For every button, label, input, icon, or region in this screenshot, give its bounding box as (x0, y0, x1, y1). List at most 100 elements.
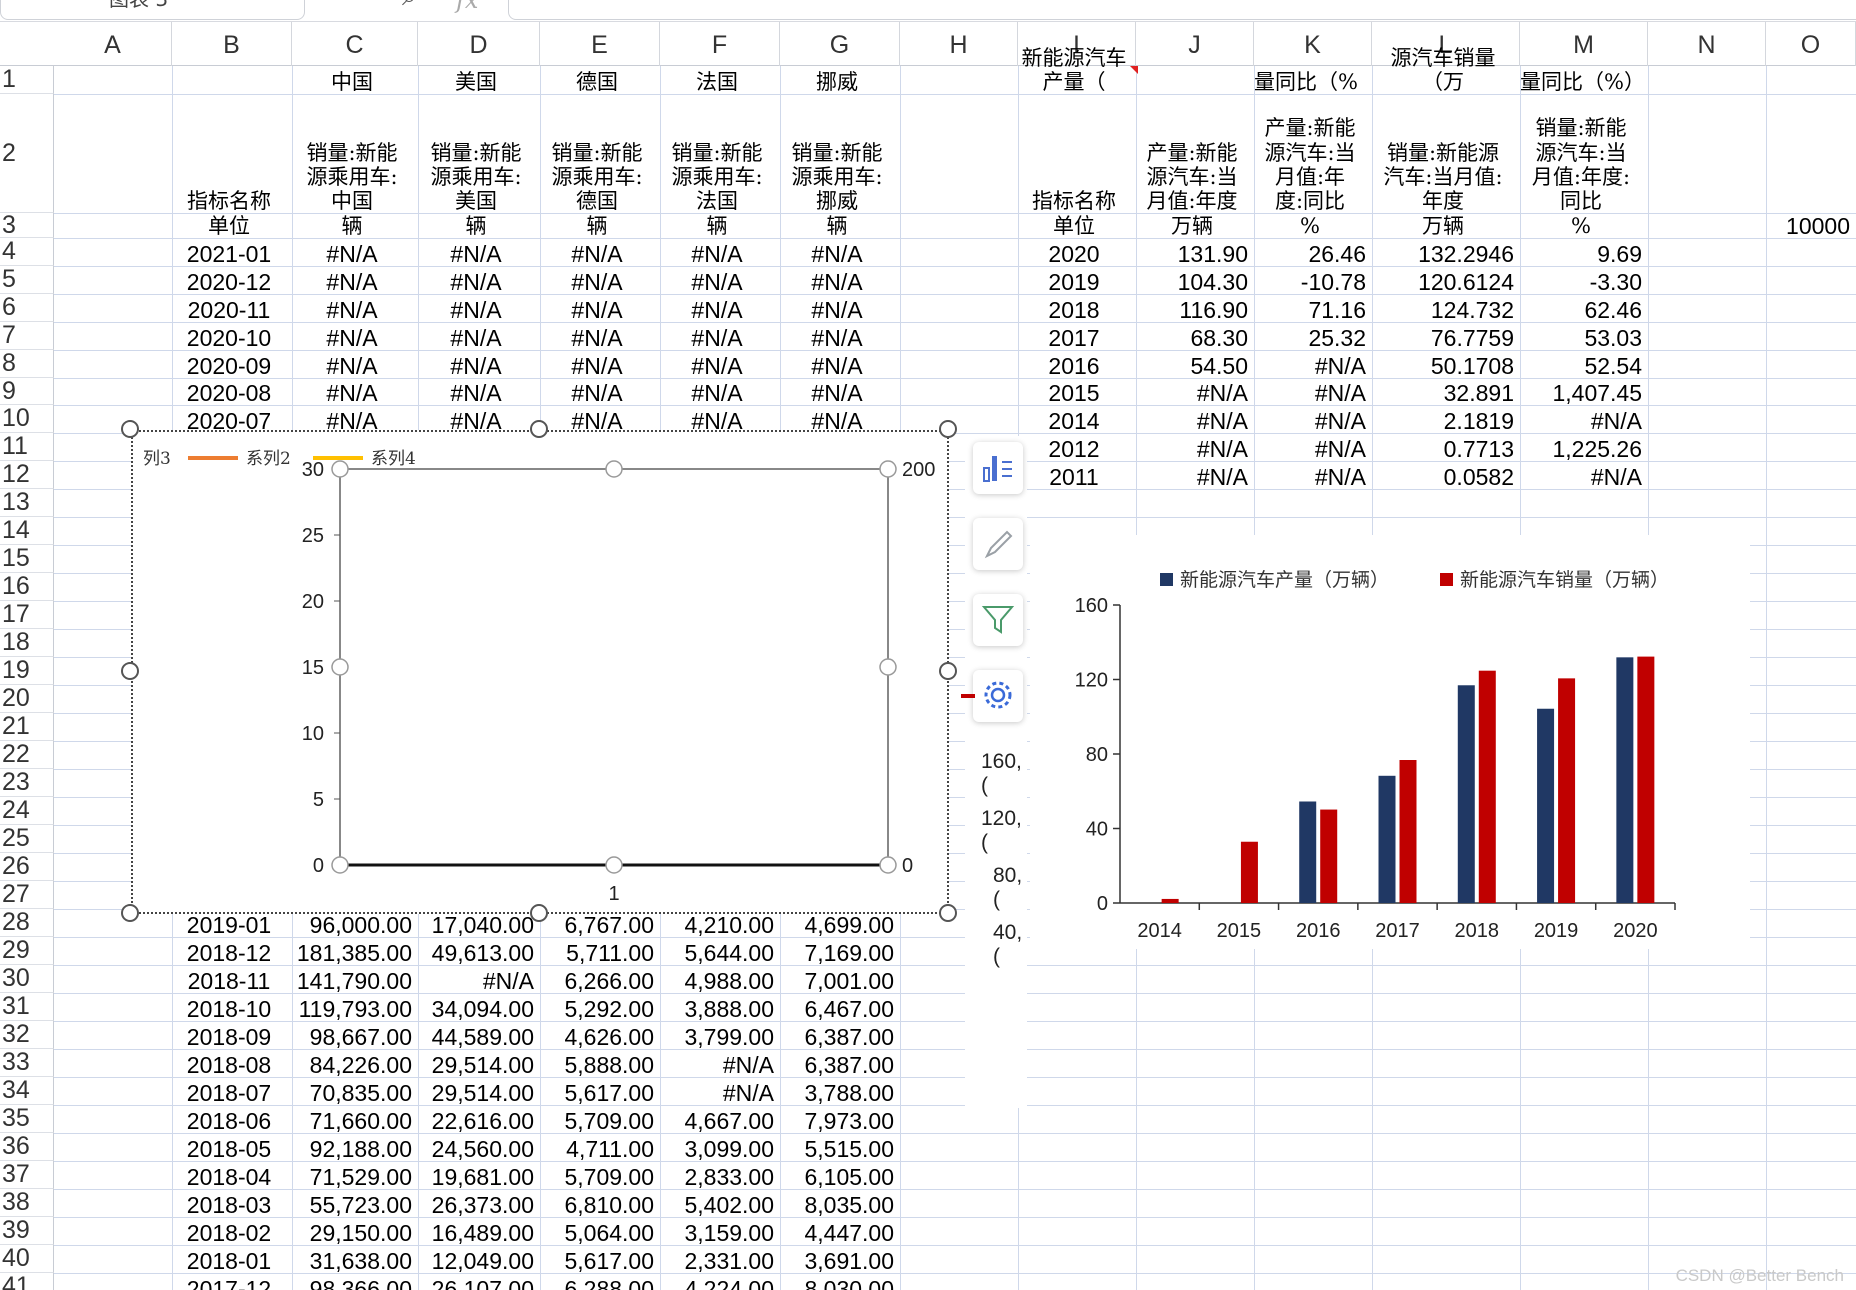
value-cell: 54.50 (1190, 353, 1248, 379)
chart-3-selected[interactable]: 列3 系列2 系列4 30 25 20 15 10 5 0 200 0 1 (131, 430, 949, 914)
row-header-3[interactable]: 3 (0, 211, 54, 239)
row-header-24[interactable]: 24 (0, 796, 54, 825)
row-header-41[interactable]: 41 (0, 1272, 54, 1290)
value-cell: 5,644.00 (684, 940, 774, 966)
value-cell: #N/A (571, 353, 623, 379)
header-unit: 单位 (1053, 213, 1095, 238)
column-header-a[interactable]: A (54, 22, 172, 66)
row-header-11[interactable]: 11 (0, 432, 54, 461)
column-header-n[interactable]: N (1648, 22, 1766, 66)
row-header-26[interactable]: 26 (0, 852, 54, 881)
column-header-d[interactable]: D (418, 22, 540, 66)
chart-filter-button[interactable] (973, 594, 1023, 646)
column-header-h[interactable]: H (900, 22, 1018, 66)
row-header-13[interactable]: 13 (0, 488, 54, 517)
row-header-25[interactable]: 25 (0, 824, 54, 853)
value-cell: 3,159.00 (684, 1220, 774, 1246)
row-header-9[interactable]: 9 (0, 377, 54, 405)
value-cell: 50.1708 (1430, 353, 1514, 379)
header-indicator: 销量:新能 源汽车:当 月值:年度: 同比 (1531, 116, 1631, 213)
value-cell: #N/A (811, 325, 863, 351)
x-tick-label: 2015 (1217, 920, 1262, 942)
chart-resize-handle[interactable] (121, 904, 139, 922)
row-header-4[interactable]: 4 (0, 237, 54, 266)
row-header-1[interactable]: 1 (0, 65, 54, 94)
value-cell: #N/A (1314, 408, 1366, 434)
column-header-g[interactable]: G (780, 22, 900, 66)
row-header-39[interactable]: 39 (0, 1216, 54, 1245)
y2-tick-label: 200 (902, 459, 935, 481)
plot-area-handle (605, 460, 623, 478)
row-header-7[interactable]: 7 (0, 321, 54, 350)
row-header-2[interactable]: 2 (0, 94, 54, 213)
chart-3-plot[interactable]: 列3 系列2 系列4 30 25 20 15 10 5 0 200 0 1 (133, 432, 951, 916)
year-cell: 2017 (1048, 325, 1100, 351)
chart-resize-handle[interactable] (939, 904, 957, 922)
column-header-k[interactable]: K (1254, 22, 1372, 66)
ev-production-sales-chart[interactable]: 新能源汽车产量（万辆） 新能源汽车销量（万辆） 0 40 80 120 160 2014 201… (1030, 535, 1750, 949)
value-cell: 29,150.00 (309, 1220, 412, 1246)
row-header-21[interactable]: 21 (0, 712, 54, 741)
row-header-32[interactable]: 32 (0, 1020, 54, 1049)
bar (1637, 656, 1655, 903)
column-header-f[interactable]: F (660, 22, 780, 66)
legend-label: 列3 (143, 449, 171, 469)
row-header-23[interactable]: 23 (0, 768, 54, 797)
chart-resize-handle[interactable] (530, 904, 548, 922)
value-cell: 2,833.00 (684, 1164, 774, 1190)
row-header-15[interactable]: 15 (0, 544, 54, 573)
chart-resize-handle[interactable] (939, 420, 957, 438)
name-box[interactable]: 图表 3 (0, 0, 305, 20)
value-cell: 6,467.00 (804, 996, 894, 1022)
row-header-5[interactable]: 5 (0, 265, 54, 294)
value-cell: #N/A (326, 325, 378, 351)
chart-elements-button[interactable] (973, 442, 1023, 494)
row-header-18[interactable]: 18 (0, 628, 54, 657)
header-country: 挪威 (816, 69, 858, 94)
row-header-31[interactable]: 31 (0, 992, 54, 1021)
row-header-10[interactable]: 10 (0, 404, 54, 433)
search-icon[interactable]: ⌕ (402, 0, 417, 13)
row-header-30[interactable]: 30 (0, 964, 54, 993)
column-header-b[interactable]: B (172, 22, 292, 66)
row-header-20[interactable]: 20 (0, 684, 54, 713)
row-header-28[interactable]: 28 (0, 908, 54, 937)
column-header-c[interactable]: C (292, 22, 418, 66)
value-cell: 119,793.00 (298, 996, 412, 1022)
row-header-22[interactable]: 22 (0, 740, 54, 769)
chart-settings-button[interactable] (973, 670, 1023, 722)
value-cell: 32.891 (1443, 380, 1514, 406)
chart-style-button[interactable] (973, 518, 1023, 570)
row-header-35[interactable]: 35 (0, 1104, 54, 1133)
year-cell: 2018 (1048, 297, 1100, 323)
row-header-29[interactable]: 29 (0, 936, 54, 965)
chart-resize-handle[interactable] (121, 420, 139, 438)
row-header-19[interactable]: 19 (0, 656, 54, 685)
row-header-17[interactable]: 17 (0, 600, 54, 629)
chart-resize-handle[interactable] (530, 420, 548, 438)
chart-resize-handle[interactable] (939, 662, 957, 680)
row-header-12[interactable]: 12 (0, 460, 54, 489)
header-unit: 辆 (465, 213, 487, 238)
row-header-36[interactable]: 36 (0, 1132, 54, 1161)
chart-resize-handle[interactable] (121, 662, 139, 680)
row-header-33[interactable]: 33 (0, 1048, 54, 1077)
row-header-38[interactable]: 38 (0, 1188, 54, 1217)
row-header-34[interactable]: 34 (0, 1076, 54, 1105)
column-header-j[interactable]: J (1136, 22, 1254, 66)
row-header-27[interactable]: 27 (0, 880, 54, 909)
row-header-37[interactable]: 37 (0, 1160, 54, 1189)
plot-area-border (339, 468, 889, 866)
formula-input[interactable] (508, 0, 1856, 20)
y-tick-label: 80 (1086, 744, 1108, 766)
column-header-o[interactable]: O (1766, 22, 1856, 66)
row-header-6[interactable]: 6 (0, 293, 54, 322)
value-cell: 2,331.00 (684, 1248, 774, 1274)
ev-bar-chart[interactable]: 新能源汽车产量（万辆） 新能源汽车销量（万辆） 0 40 80 120 160 2014 201… (1030, 535, 1750, 949)
row-header-8[interactable]: 8 (0, 349, 54, 378)
row-header-14[interactable]: 14 (0, 516, 54, 545)
row-header-40[interactable]: 40 (0, 1244, 54, 1273)
column-header-m[interactable]: M (1520, 22, 1648, 66)
row-header-16[interactable]: 16 (0, 572, 54, 601)
column-header-e[interactable]: E (540, 22, 660, 66)
